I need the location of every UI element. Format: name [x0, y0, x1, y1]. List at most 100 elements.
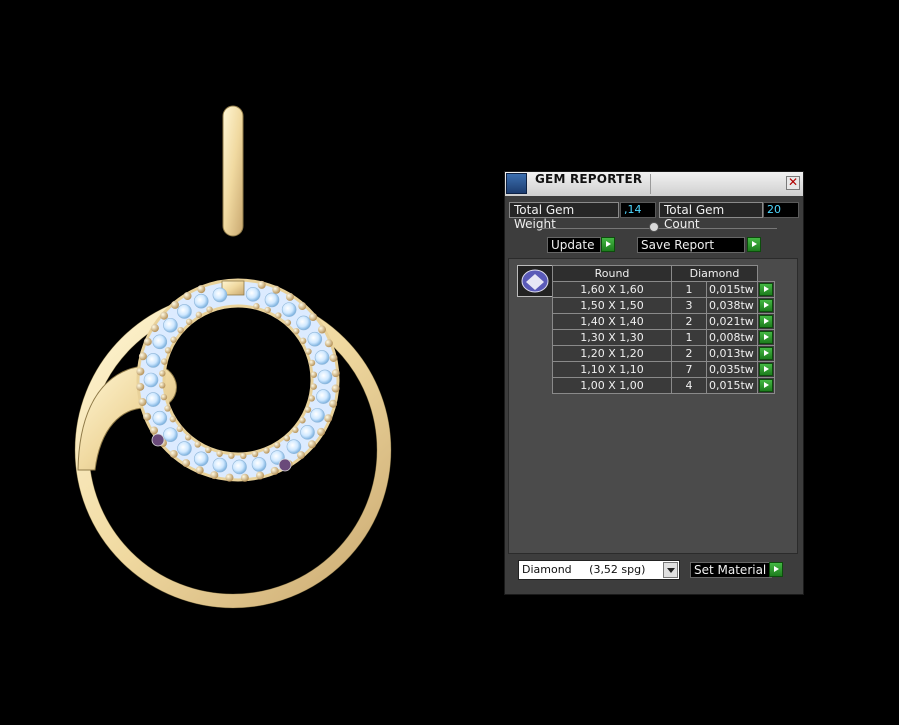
gem-weight-cell: 0,021tw	[706, 313, 758, 330]
row-arrow-icon[interactable]	[759, 363, 773, 376]
outer-ring	[75, 292, 391, 608]
row-action-cell[interactable]	[757, 361, 775, 378]
diamond-stone	[264, 292, 280, 308]
table-row[interactable]: 1,10 X 1,10 7 0,035tw	[552, 361, 775, 378]
update-button[interactable]: Update	[547, 237, 601, 253]
gem-weight-cell: 0,015tw	[706, 377, 758, 394]
row-action-cell[interactable]	[757, 329, 775, 346]
prong-bead	[176, 425, 183, 433]
diamond-stone	[177, 441, 192, 456]
diamond-stone	[317, 369, 333, 385]
total-gem-weight-label: Total Gem Weight	[509, 202, 619, 231]
chevron-down-icon[interactable]	[663, 562, 678, 578]
row-action-cell[interactable]	[757, 345, 775, 362]
gem-reporter-panel: GEM REPORTER ✕ Total Gem Weight ,14 Tota…	[504, 171, 804, 595]
prong-bead	[308, 395, 315, 402]
diamond-stone	[316, 389, 331, 404]
prong-bead	[160, 393, 168, 401]
diamond-stone	[163, 427, 178, 443]
prong-bead	[228, 452, 235, 459]
set-material-button[interactable]: Set Material	[690, 562, 772, 578]
prong-bead	[206, 306, 213, 313]
prong-bead	[158, 382, 166, 389]
table-row[interactable]: 1,40 X 1,40 2 0,021tw	[552, 313, 775, 330]
diamond-stone	[177, 304, 192, 319]
save-report-arrow-icon[interactable]	[747, 237, 761, 252]
diamond-stone	[145, 392, 161, 407]
diamond-stone	[314, 350, 330, 365]
slider-track	[541, 228, 777, 229]
diamond-stone	[307, 331, 323, 347]
prong-bead	[263, 447, 270, 454]
prong-bead	[293, 327, 300, 335]
prong-bead	[171, 300, 180, 309]
update-arrow-icon[interactable]	[601, 237, 615, 252]
prong-bead	[136, 367, 145, 376]
prong-bead	[136, 382, 145, 391]
prong-bead	[159, 370, 166, 377]
prong-bead	[256, 471, 265, 480]
row-arrow-icon[interactable]	[759, 347, 773, 360]
prong-bead	[308, 359, 316, 367]
material-select[interactable]: Diamond (3,52 spg)	[518, 560, 680, 580]
total-gem-count-value: 20	[763, 202, 799, 218]
prong-bead	[194, 441, 201, 448]
prong-bead	[183, 291, 192, 300]
prong-bead	[285, 292, 294, 301]
table-row[interactable]: 1,50 X 1,50 3 0,038tw	[552, 297, 775, 314]
row-action-cell[interactable]	[757, 281, 775, 298]
row-action-cell[interactable]	[757, 313, 775, 330]
prong-bead	[143, 337, 152, 346]
prong-bead	[195, 311, 203, 319]
diamond-stone	[300, 425, 315, 440]
table-row[interactable]: 1,00 X 1,00 4 0,015tw	[552, 377, 775, 394]
prong-bead	[182, 459, 191, 468]
prong-bead	[310, 371, 318, 378]
gem-count-cell: 2	[671, 345, 707, 362]
diamond-stone	[152, 334, 168, 350]
row-action-cell[interactable]	[757, 297, 775, 314]
prong-bead	[317, 427, 326, 436]
panel-titlebar[interactable]: GEM REPORTER ✕	[505, 172, 803, 196]
save-report-button[interactable]: Save Report	[637, 237, 745, 253]
table-row[interactable]: 1,60 X 1,60 1 0,015tw	[552, 281, 775, 298]
row-action-cell[interactable]	[757, 377, 775, 394]
gem-size-cell: 1,20 X 1,20	[552, 345, 672, 362]
prong-bead	[257, 280, 266, 289]
diamond-stone	[286, 439, 302, 454]
prong-bead	[164, 405, 171, 412]
prong-bead	[273, 441, 281, 449]
diamond-stone	[193, 451, 209, 467]
prong-bead	[216, 450, 223, 457]
prong-bead	[331, 369, 340, 378]
row-arrow-icon[interactable]	[759, 299, 773, 312]
total-gem-count-label: Total Gem Count	[659, 202, 763, 231]
table-row[interactable]: 1,30 X 1,30 1 0,008tw	[552, 329, 775, 346]
prong-bead	[161, 358, 168, 365]
table-row[interactable]: 1,20 X 1,20 2 0,013tw	[552, 345, 775, 362]
prong-bead	[169, 415, 177, 423]
prong-bead	[264, 306, 271, 314]
prong-bead	[205, 446, 212, 454]
gem-size-cell: 1,00 X 1,00	[552, 377, 672, 394]
close-button[interactable]: ✕	[786, 176, 800, 190]
prong-bead	[197, 285, 206, 294]
set-material-arrow-icon[interactable]	[769, 562, 783, 577]
prong-bead	[184, 434, 192, 441]
gem-shape-thumbnail[interactable]	[517, 265, 553, 297]
prong-bead	[149, 426, 158, 435]
diamond-stone	[143, 372, 159, 388]
prong-bead	[331, 384, 340, 393]
row-arrow-icon[interactable]	[759, 315, 773, 328]
row-arrow-icon[interactable]	[759, 283, 773, 296]
gem-count-cell: 2	[671, 313, 707, 330]
gem-weight-cell: 0,035tw	[706, 361, 758, 378]
diamond-stone	[245, 287, 261, 302]
slider-thumb[interactable]	[649, 222, 659, 232]
row-arrow-icon[interactable]	[759, 331, 773, 344]
prong-bead	[138, 398, 147, 407]
row-arrow-icon[interactable]	[759, 379, 773, 392]
prong-bead	[329, 399, 338, 408]
gem-count-cell: 3	[671, 297, 707, 314]
gem-size-cell: 1,50 X 1,50	[552, 297, 672, 314]
